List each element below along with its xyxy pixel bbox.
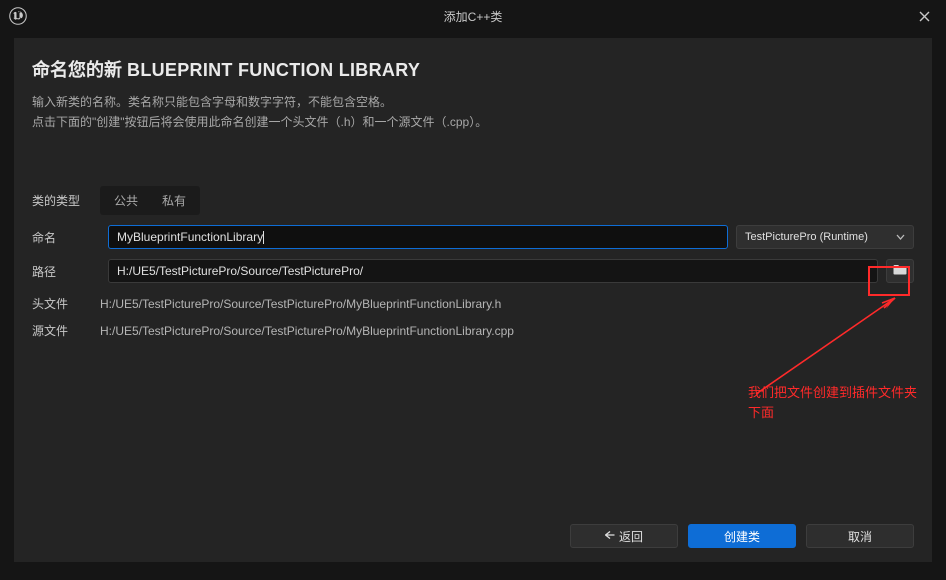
browse-folder-button[interactable] <box>886 259 914 283</box>
window-title: 添加C++类 <box>36 8 910 25</box>
header-file-label: 头文件 <box>32 295 100 312</box>
folder-icon <box>893 264 907 278</box>
panel-description: 输入新类的名称。类名称只能包含字母和数字字符，不能包含空格。 点击下面的"创建"… <box>32 92 914 132</box>
panel-heading: 命名您的新 BLUEPRINT FUNCTION LIBRARY <box>32 56 914 82</box>
back-arrow-icon <box>605 530 615 542</box>
heading-prefix: 命名您的新 <box>32 60 122 80</box>
path-row: 路径 H:/UE5/TestPicturePro/Source/TestPict… <box>32 259 914 283</box>
footer: 返回 创建类 取消 <box>32 516 914 548</box>
back-button-label: 返回 <box>619 528 643 545</box>
text-caret <box>263 231 264 244</box>
chevron-down-icon <box>896 232 905 243</box>
cancel-button-label: 取消 <box>848 528 872 545</box>
header-file-value: H:/UE5/TestPicturePro/Source/TestPicture… <box>100 297 501 311</box>
create-class-button[interactable]: 创建类 <box>688 524 796 548</box>
source-file-value: H:/UE5/TestPicturePro/Source/TestPicture… <box>100 324 514 338</box>
class-type-toggle: 公共 私有 <box>100 186 200 215</box>
class-type-row: 类的类型 公共 私有 <box>32 186 914 215</box>
path-input-value: H:/UE5/TestPicturePro/Source/TestPicture… <box>117 264 363 278</box>
module-dropdown[interactable]: TestPicturePro (Runtime) <box>736 225 914 249</box>
path-label: 路径 <box>32 263 100 280</box>
name-input-value: MyBlueprintFunctionLibrary <box>117 230 263 244</box>
class-type-private[interactable]: 私有 <box>150 188 198 213</box>
heading-classname: BLUEPRINT FUNCTION LIBRARY <box>127 60 420 80</box>
module-dropdown-value: TestPicturePro (Runtime) <box>745 231 868 243</box>
name-input[interactable]: MyBlueprintFunctionLibrary <box>108 225 728 249</box>
cancel-button[interactable]: 取消 <box>806 524 914 548</box>
header-file-row: 头文件 H:/UE5/TestPicturePro/Source/TestPic… <box>32 295 914 312</box>
description-line-2: 点击下面的"创建"按钮后将会使用此命名创建一个头文件（.h）和一个源文件（.cp… <box>32 112 914 132</box>
back-button[interactable]: 返回 <box>570 524 678 548</box>
source-file-row: 源文件 H:/UE5/TestPicturePro/Source/TestPic… <box>32 322 914 339</box>
path-input[interactable]: H:/UE5/TestPicturePro/Source/TestPicture… <box>108 259 878 283</box>
class-type-label: 类的类型 <box>32 192 100 209</box>
main-panel: 命名您的新 BLUEPRINT FUNCTION LIBRARY 输入新类的名称… <box>14 38 932 562</box>
form: 类的类型 公共 私有 命名 MyBlueprintFunctionLibrary… <box>32 186 914 349</box>
name-label: 命名 <box>32 229 100 246</box>
annotation-text: 我们把文件创建到插件文件夹下面 <box>748 383 928 423</box>
titlebar: 添加C++类 <box>0 0 946 32</box>
name-row: 命名 MyBlueprintFunctionLibrary TestPictur… <box>32 225 914 249</box>
unreal-logo-icon <box>8 6 28 26</box>
create-class-button-label: 创建类 <box>724 528 760 545</box>
description-line-1: 输入新类的名称。类名称只能包含字母和数字字符，不能包含空格。 <box>32 92 914 112</box>
source-file-label: 源文件 <box>32 322 100 339</box>
close-button[interactable] <box>910 2 938 30</box>
class-type-public[interactable]: 公共 <box>102 188 150 213</box>
